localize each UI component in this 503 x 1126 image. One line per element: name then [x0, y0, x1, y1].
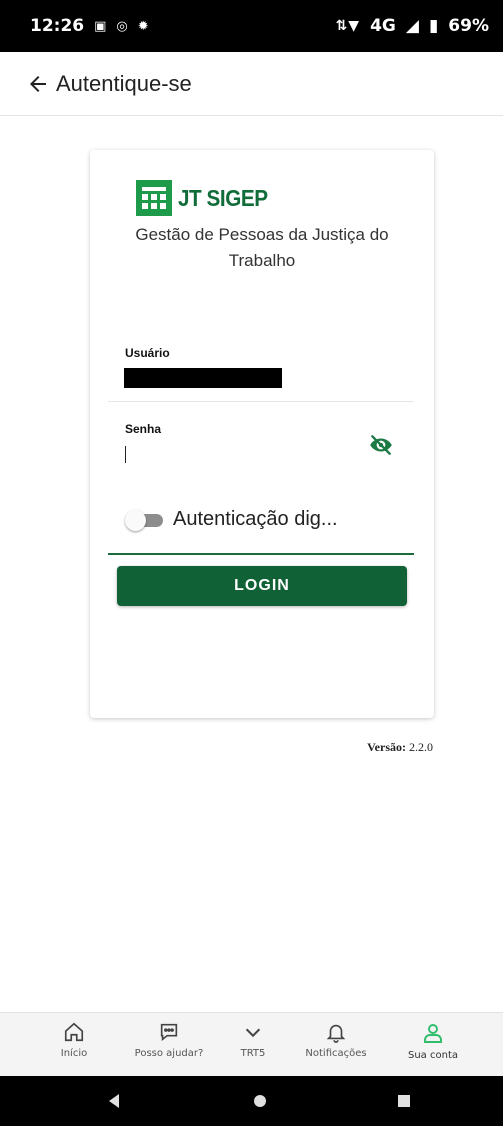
status-right: ⇅▼ 4G ◢ ▮ 69%	[336, 16, 489, 36]
settings-icon: ✹	[137, 18, 149, 34]
nav-label-inicio: Início	[60, 1048, 88, 1059]
password-field[interactable]	[125, 442, 345, 466]
status-time: 12:26	[30, 16, 85, 36]
nav-item-sua-conta[interactable]: Sua conta	[398, 1013, 468, 1077]
bottom-nav: Início Posso ajudar? TRT5 Notificações S…	[0, 1012, 503, 1076]
nav-label-posso-ajudar: Posso ajudar?	[134, 1048, 204, 1059]
cell-signal-icon: ◢	[405, 16, 419, 36]
system-home-button[interactable]	[230, 1076, 290, 1126]
battery-percent: 69%	[448, 16, 489, 36]
main-content: JT SIGEP Gestão de Pessoas da Justiça do…	[0, 116, 503, 1012]
back-button[interactable]	[26, 71, 52, 97]
app-subtitle: Gestão de Pessoas da Justiça do Trabalho	[135, 225, 389, 270]
password-label: Senha	[125, 422, 162, 436]
nav-item-notificacoes[interactable]: Notificações	[294, 1013, 378, 1077]
home-icon	[64, 1022, 84, 1042]
version-value: 2.2.0	[409, 740, 433, 754]
login-card: JT SIGEP Gestão de Pessoas da Justiça do…	[90, 150, 434, 718]
at-icon: ◎	[116, 18, 128, 34]
person-icon	[424, 1024, 442, 1043]
back-triangle-icon	[109, 1094, 119, 1108]
version-label: Versão:	[367, 740, 406, 754]
username-field[interactable]	[124, 368, 282, 388]
network-type: 4G	[370, 16, 396, 36]
digital-auth-label: Autenticação dig...	[173, 508, 338, 530]
eye-off-icon	[370, 435, 392, 455]
system-recents-button[interactable]	[374, 1076, 434, 1126]
nav-label-sua-conta: Sua conta	[408, 1050, 458, 1061]
nav-item-inicio[interactable]: Início	[52, 1013, 96, 1077]
logo-icon	[136, 180, 172, 216]
field-divider	[108, 401, 414, 402]
section-divider	[108, 553, 414, 555]
system-nav-bar	[0, 1076, 503, 1126]
version-text: Versão: 2.2.0	[367, 740, 433, 755]
status-bar: 12:26 ▣ ◎ ✹ ⇅▼ 4G ◢ ▮ 69%	[0, 0, 503, 52]
toggle-password-visibility-button[interactable]	[368, 432, 394, 458]
battery-icon: ▮	[428, 16, 439, 36]
home-circle-icon	[254, 1095, 266, 1107]
status-left: 12:26 ▣ ◎ ✹	[30, 16, 149, 36]
digital-auth-switch[interactable]	[125, 509, 163, 531]
signal-icon: ⇅▼	[335, 18, 361, 34]
system-back-button[interactable]	[84, 1076, 144, 1126]
digital-auth-toggle-row[interactable]: Autenticação dig...	[125, 508, 338, 531]
chevron-down-icon	[245, 1028, 261, 1038]
chat-icon	[160, 1023, 178, 1042]
page-title: Autentique-se	[56, 70, 192, 96]
username-label: Usuário	[125, 346, 170, 360]
nav-label-trt5: TRT5	[240, 1048, 266, 1059]
logo: JT SIGEP	[136, 180, 278, 216]
logo-text: JT SIGEP	[178, 184, 268, 211]
nav-item-trt5[interactable]: TRT5	[233, 1013, 273, 1077]
nav-item-posso-ajudar[interactable]: Posso ajudar?	[128, 1013, 210, 1077]
text-cursor	[125, 446, 126, 463]
app-bar: Autentique-se	[0, 52, 503, 116]
recents-square-icon	[398, 1095, 410, 1107]
bell-icon	[326, 1024, 346, 1043]
arrow-left-icon	[30, 75, 46, 92]
nav-label-notificacoes: Notificações	[305, 1048, 367, 1059]
message-icon: ▣	[94, 18, 107, 34]
login-button[interactable]: LOGIN	[117, 566, 407, 606]
